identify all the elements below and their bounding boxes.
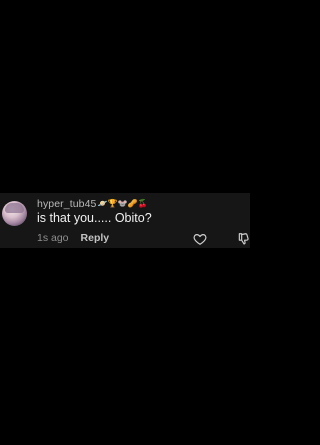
cherry-emoji-icon: 🍒	[137, 199, 148, 208]
comment-username[interactable]: hyper_tub45	[37, 198, 96, 210]
mouse-emoji-icon: 🐭	[117, 199, 128, 208]
comment-text: is that you..... Obito?	[37, 211, 152, 225]
comment-timestamp: 1s ago	[37, 232, 69, 244]
reply-button[interactable]: Reply	[81, 232, 110, 244]
screen: hyper_tub45 🪐 🏆 🐭 🥜 🍒 is that you..... O…	[0, 0, 250, 445]
peanut-emoji-icon: 🥜	[127, 199, 138, 208]
heart-outline-icon[interactable]	[193, 232, 207, 246]
planet-emoji-icon: 🪐	[97, 199, 108, 208]
avatar-hair-shape	[5, 203, 24, 213]
thumbs-down-outline-icon[interactable]	[237, 232, 251, 246]
trophy-emoji-icon: 🏆	[107, 199, 118, 208]
avatar[interactable]	[2, 201, 27, 226]
comment-header: hyper_tub45 🪐 🏆 🐭 🥜 🍒	[37, 197, 148, 210]
comment-meta: 1s ago Reply	[37, 232, 109, 244]
